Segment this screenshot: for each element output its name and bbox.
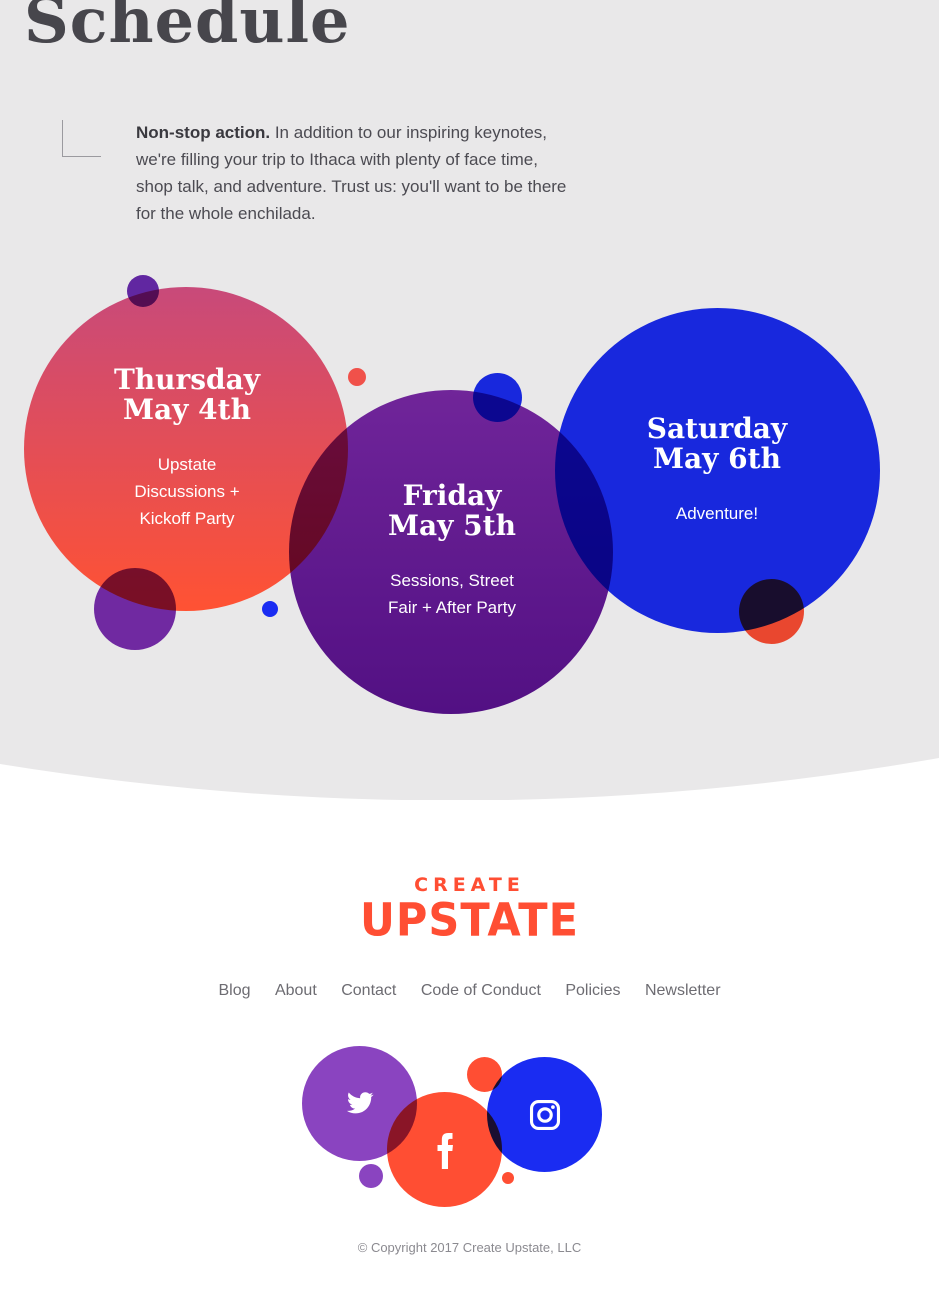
day-thursday: Thursday May 4th Upstate Discussions + K… [64, 365, 310, 532]
day-saturday-desc: Adventure! [594, 500, 840, 527]
day-thursday-desc: Upstate Discussions + Kickoff Party [64, 451, 310, 532]
decor-dot-red-tiny-social [502, 1172, 514, 1184]
day-saturday-name: Saturday [646, 412, 788, 445]
day-friday-desc-line: Sessions, Street [390, 571, 514, 590]
day-saturday-desc-line: Adventure! [675, 504, 759, 523]
decor-dot-purple-social [359, 1164, 383, 1188]
footer-link-contact[interactable]: Contact [341, 982, 396, 999]
day-thursday-date: May 4th [123, 393, 251, 426]
footer-nav: Blog About Contact Code of Conduct Polic… [0, 982, 939, 1000]
twitter-icon [343, 1087, 377, 1119]
footer-link-code-of-conduct[interactable]: Code of Conduct [421, 982, 541, 999]
day-thursday-desc-line: Discussions + [134, 482, 240, 501]
decor-dot-purple-bottom [94, 568, 176, 650]
day-friday-date: May 5th [388, 509, 516, 542]
intro-paragraph: Non-stop action. In addition to our insp… [136, 119, 576, 227]
footer-link-about[interactable]: About [275, 982, 317, 999]
day-thursday-name: Thursday [113, 363, 261, 396]
day-saturday: Saturday May 6th Adventure! [594, 414, 840, 527]
intro-bold: Non-stop action. [136, 123, 271, 142]
page-title: Schedule [24, 0, 351, 57]
decor-dot-purple-top [127, 275, 159, 307]
copyright-text: © Copyright 2017 Create Upstate, LLC [357, 1240, 582, 1255]
footer-link-newsletter[interactable]: Newsletter [645, 982, 721, 999]
day-saturday-date: May 6th [653, 442, 781, 475]
instagram-icon [528, 1098, 562, 1132]
day-thursday-desc-line: Kickoff Party [139, 509, 235, 528]
decor-dot-red-small [348, 368, 366, 386]
logo-line-upstate: UPSTATE [359, 894, 580, 948]
day-friday-name: Friday [402, 479, 502, 512]
footer-link-policies[interactable]: Policies [565, 982, 620, 999]
footer-link-blog[interactable]: Blog [218, 982, 250, 999]
day-friday: Friday May 5th Sessions, Street Fair + A… [329, 481, 575, 621]
intro-corner-decoration [62, 120, 101, 157]
decor-dot-blue-tiny [262, 601, 278, 617]
day-thursday-desc-line: Upstate [157, 455, 217, 474]
facebook-icon [432, 1133, 458, 1169]
day-friday-desc: Sessions, Street Fair + After Party [329, 567, 575, 621]
decor-dot-blue-friday [473, 373, 522, 422]
day-friday-desc-line: Fair + After Party [387, 598, 516, 617]
decor-dot-red-saturday [739, 579, 804, 644]
create-upstate-logo[interactable]: CREATE UPSTATE [0, 874, 939, 948]
logo-line-create: CREATE [414, 874, 525, 896]
